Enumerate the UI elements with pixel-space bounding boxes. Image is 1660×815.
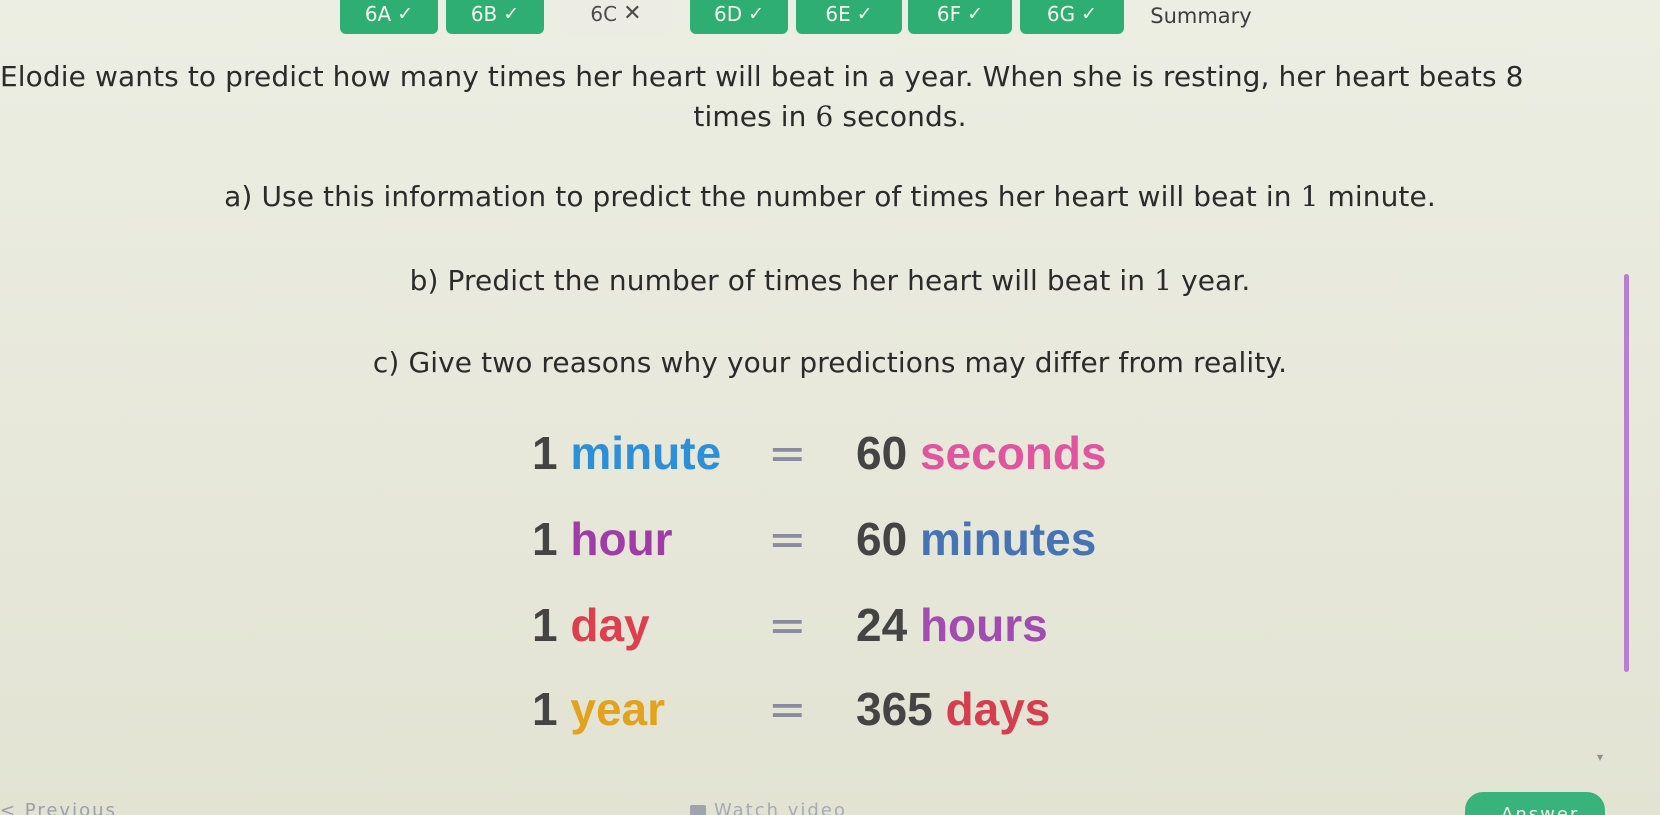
part-a-text: minute. [1318, 180, 1436, 213]
watch-video-label: Watch video [714, 800, 847, 815]
conversion-rhs-unit: minutes [919, 513, 1097, 565]
conversion-rhs-unit: days [945, 683, 1051, 735]
conversion-lhs-unit: hour [570, 513, 673, 565]
conversion-lhs-unit: minute [570, 427, 722, 479]
previous-button[interactable]: < Previous [0, 800, 117, 815]
part-b-text: year. [1172, 264, 1251, 297]
question-part-c: c) Give two reasons why your predictions… [372, 346, 1288, 379]
tab-6c[interactable]: 6C ✕ [560, 0, 672, 34]
conversion-lhs-number: 1 [532, 683, 558, 735]
question-part-b: b) Predict the number of times her heart… [0, 264, 1660, 297]
tab-6b[interactable]: 6B ✓ [446, 0, 544, 34]
scrollbar[interactable] [1624, 274, 1629, 672]
conversion-rhs-unit: hours [919, 599, 1048, 651]
tab-label: 6B [470, 2, 498, 26]
tab-label: 6A [364, 2, 392, 26]
conversion-lhs-unit: day [570, 599, 650, 651]
check-icon: ✓ [1081, 2, 1098, 25]
tab-summary[interactable]: Summary [1138, 0, 1264, 36]
question-intro-line-2: times in 6 seconds. [0, 100, 1660, 133]
equals-sign: = [768, 598, 807, 652]
video-icon [690, 804, 706, 815]
conversion-lhs-number: 1 [532, 427, 558, 479]
tab-6g[interactable]: 6G ✓ [1020, 0, 1124, 34]
tab-6f[interactable]: 6F ✓ [908, 0, 1012, 34]
page: 6A ✓ 6B ✓ 6C ✕ 6D ✓ 6E ✓ 6F ✓ 6G ✓ Summa… [0, 0, 1660, 815]
tab-6d[interactable]: 6D ✓ [690, 0, 788, 34]
tab-bar: 6A ✓ 6B ✓ 6C ✕ 6D ✓ 6E ✓ 6F ✓ 6G ✓ Summa… [0, 0, 1660, 36]
part-b-text: b) Predict the number of times her heart… [409, 264, 1155, 297]
intro-number: 6 [815, 100, 834, 133]
watch-video-button[interactable]: Watch video [690, 800, 847, 815]
tab-label: 6D [713, 2, 743, 26]
tab-label: Summary [1150, 4, 1252, 28]
tab-label: 6E [825, 2, 851, 26]
scroll-down-icon[interactable]: ▾ [1597, 750, 1603, 764]
part-a-text: a) Use this information to predict the n… [224, 180, 1301, 213]
question-part-a: a) Use this information to predict the n… [0, 180, 1660, 213]
check-icon: ✓ [748, 2, 765, 25]
tab-6a[interactable]: 6A ✓ [340, 0, 438, 34]
check-icon: ✓ [967, 2, 984, 25]
question-intro-line-1: Elodie wants to predict how many times h… [0, 60, 1524, 93]
check-icon: ✓ [856, 2, 873, 25]
intro-text: times in [693, 100, 816, 133]
conversion-rhs-number: 24 [856, 599, 908, 651]
conversion-rhs-number: 60 [856, 427, 908, 479]
check-icon: ✓ [503, 2, 520, 25]
tab-label: 6C [590, 2, 618, 26]
conversion-lhs-number: 1 [532, 513, 558, 565]
equals-sign: = [768, 512, 807, 566]
conversion-rhs-number: 60 [856, 513, 908, 565]
conversion-lhs-number: 1 [532, 599, 558, 651]
conversion-lhs-unit: year [570, 683, 666, 735]
tab-label: 6F [936, 2, 962, 26]
tab-label: 6G [1046, 2, 1076, 26]
part-a-number: 1 [1300, 180, 1319, 213]
intro-text: seconds. [833, 100, 967, 133]
cross-icon: ✕ [623, 1, 642, 26]
answer-button-label: Answer [1501, 804, 1580, 815]
check-icon: ✓ [397, 2, 414, 25]
conversion-rhs-number: 365 [856, 683, 933, 735]
equals-sign: = [768, 426, 807, 480]
answer-button[interactable]: Answer [1465, 792, 1605, 815]
tab-6e[interactable]: 6E ✓ [796, 0, 902, 34]
conversion-rhs-unit: seconds [919, 427, 1107, 479]
equals-sign: = [768, 682, 807, 736]
part-b-number: 1 [1154, 264, 1173, 297]
